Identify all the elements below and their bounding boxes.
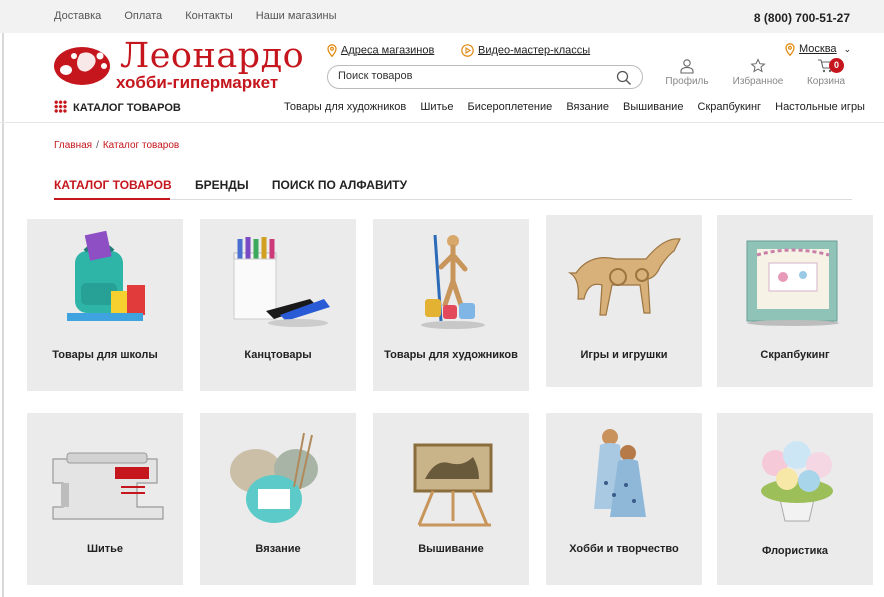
catalog-menu-button[interactable]: КАТАЛОГ ТОВАРОВ xyxy=(54,100,181,114)
category-label: Шитье xyxy=(86,543,124,555)
star-icon xyxy=(750,58,766,73)
catalog-tabs: КАТАЛОГ ТОВАРОВ БРЕНДЫ ПОИСК ПО АЛФАВИТУ xyxy=(54,178,427,192)
top-utility-bar: Доставка Оплата Контакты Наши магазины 8… xyxy=(0,0,884,33)
nav-scrapbooking[interactable]: Скрапбукинг xyxy=(698,101,762,113)
category-label: Скрапбукинг xyxy=(760,349,830,361)
cart-count-badge: 0 xyxy=(829,58,844,73)
link-payment[interactable]: Оплата xyxy=(124,10,162,22)
tab-catalog[interactable]: КАТАЛОГ ТОВАРОВ xyxy=(54,178,172,192)
favorites-label: Избранное xyxy=(732,76,784,87)
menu-divider xyxy=(0,122,884,123)
user-icon xyxy=(680,59,694,74)
location-pin-icon xyxy=(785,43,795,57)
catalog-menu-label: КАТАЛОГ ТОВАРОВ xyxy=(73,102,181,114)
flower-bouquet-icon xyxy=(761,441,833,522)
search-box[interactable] xyxy=(327,65,643,89)
category-card-embroidery[interactable]: Вышивание xyxy=(373,413,529,585)
yarn-balls-icon xyxy=(230,432,318,523)
cart-label: Корзина xyxy=(806,76,846,87)
profile-label: Профиль xyxy=(665,76,709,87)
school-backpack-icon xyxy=(67,230,145,321)
category-card-knitting[interactable]: Вязание xyxy=(200,413,356,585)
logo-tagline: хобби-гипермаркет xyxy=(116,73,279,92)
embroidery-frame-icon xyxy=(413,443,493,527)
breadcrumb-home[interactable]: Главная xyxy=(54,140,92,151)
breadcrumb-current[interactable]: Каталог товаров xyxy=(103,140,179,151)
tabs-divider xyxy=(54,199,852,200)
phone-number[interactable]: 8 (800) 700-51-27 xyxy=(754,11,850,25)
category-card-artists[interactable]: Товары для художников xyxy=(373,219,529,391)
palette-hand-logo-icon xyxy=(54,47,110,85)
favorites-button[interactable]: Избранное xyxy=(730,58,786,87)
stores-address-link[interactable]: Адреса магазинов xyxy=(327,44,434,57)
page-left-border xyxy=(2,0,4,597)
utility-links: Доставка Оплата Контакты Наши магазины xyxy=(54,10,357,22)
city-name: Москва xyxy=(799,43,837,56)
category-label: Вязание xyxy=(255,543,301,555)
breadcrumb: Главная / Каталог товаров xyxy=(54,140,179,151)
tab-brands[interactable]: БРЕНДЫ xyxy=(195,178,249,192)
category-card-stationery[interactable]: Канцтовары xyxy=(200,219,356,391)
chevron-down-icon: ⌄ xyxy=(843,44,852,55)
nav-artists[interactable]: Товары для художников xyxy=(284,101,406,113)
category-card-scrapbooking[interactable]: Скрапбукинг xyxy=(717,215,873,387)
category-card-hobby[interactable]: Хобби и творчество xyxy=(546,413,702,585)
category-card-school[interactable]: Товары для школы xyxy=(27,219,183,391)
location-pin-icon xyxy=(327,44,337,57)
wooden-horse-icon xyxy=(567,238,681,316)
markers-stapler-icon xyxy=(233,237,330,327)
profile-button[interactable]: Профиль xyxy=(662,58,712,87)
stores-address-label: Адреса магазинов xyxy=(341,44,435,57)
link-delivery[interactable]: Доставка xyxy=(54,10,101,22)
cart-button[interactable]: Корзина 0 xyxy=(800,58,852,87)
play-circle-icon xyxy=(461,44,474,57)
video-classes-label: Видео-мастер-классы xyxy=(478,44,591,57)
artist-mannequin-icon xyxy=(421,234,485,329)
search-input[interactable] xyxy=(338,70,608,82)
logo-name: Леонардо xyxy=(120,36,305,76)
breadcrumb-separator: / xyxy=(96,140,99,151)
nav-beading[interactable]: Бисероплетение xyxy=(468,101,553,113)
grid-menu-icon xyxy=(54,100,67,113)
sewing-machine-icon xyxy=(52,452,164,520)
category-label: Канцтовары xyxy=(244,349,312,361)
category-label: Хобби и творчество xyxy=(569,543,679,555)
nav-board-games[interactable]: Настольные игры xyxy=(775,101,865,113)
category-label: Товары для художников xyxy=(384,349,518,361)
nav-knitting[interactable]: Вязание xyxy=(566,101,609,113)
category-card-sewing[interactable]: Шитье xyxy=(27,413,183,585)
city-selector[interactable]: Москва ⌄ xyxy=(785,43,852,57)
handmade-dolls-icon xyxy=(594,429,646,517)
category-label: Флористика xyxy=(761,545,829,557)
category-label: Вышивание xyxy=(418,543,484,555)
nav-embroidery[interactable]: Вышивание xyxy=(623,101,683,113)
video-classes-link[interactable]: Видео-мастер-классы xyxy=(461,44,590,57)
category-card-toys[interactable]: Игры и игрушки xyxy=(546,215,702,387)
site-logo[interactable]: Леонардо хобби-гипермаркет xyxy=(52,36,312,98)
category-label: Товары для школы xyxy=(52,349,158,361)
scrapbook-card-icon xyxy=(746,240,839,326)
search-icon[interactable] xyxy=(616,70,632,86)
category-label: Игры и игрушки xyxy=(580,349,668,361)
active-tab-indicator xyxy=(54,198,170,200)
link-contacts[interactable]: Контакты xyxy=(185,10,233,22)
category-nav: Товары для художников Шитье Бисероплетен… xyxy=(284,101,876,113)
tab-alphabet-search[interactable]: ПОИСК ПО АЛФАВИТУ xyxy=(272,178,407,192)
nav-sewing[interactable]: Шитье xyxy=(420,101,453,113)
category-card-floristry[interactable]: Флористика xyxy=(717,413,873,585)
link-our-stores[interactable]: Наши магазины xyxy=(256,10,337,22)
